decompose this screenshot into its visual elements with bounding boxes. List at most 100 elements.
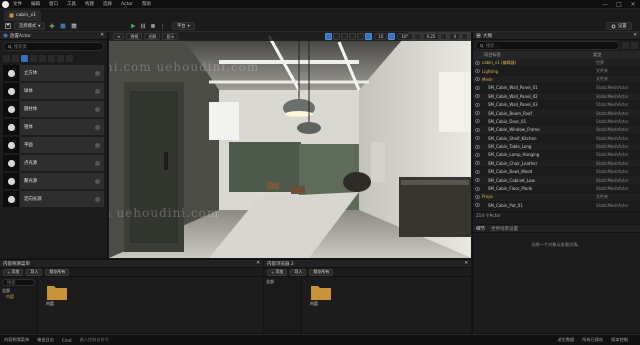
pause-button[interactable] <box>138 22 147 31</box>
more-play-options-button[interactable]: ⋮ <box>158 22 167 31</box>
settings-icon[interactable] <box>631 42 638 49</box>
close-tab-icon[interactable]: ✕ <box>256 261 260 266</box>
outliner-row[interactable]: Mesh 文件夹 <box>473 75 640 85</box>
actor-item[interactable]: 球体 <box>3 83 104 99</box>
visibility-eye-icon[interactable] <box>475 186 480 191</box>
outliner-row[interactable]: SM_Cabin_Chair_Leather StaticMeshActor <box>473 159 640 169</box>
visibility-eye-icon[interactable] <box>475 144 480 149</box>
category-visual-icon[interactable] <box>48 54 55 62</box>
add-button-2[interactable]: + 添加 <box>267 268 288 276</box>
settings-button[interactable]: 设置 <box>606 22 632 30</box>
outliner-row[interactable]: SM_Cabin_Floor_Plank StaticMeshActor <box>473 185 640 194</box>
status-output-log[interactable]: 输出日志 <box>37 337 54 343</box>
help-icon[interactable] <box>95 178 100 184</box>
visibility-eye-icon[interactable] <box>475 69 480 73</box>
viewport-options-button[interactable]: ≡ <box>113 33 125 40</box>
outliner-row[interactable]: SM_Cabin_Table_Long StaticMeshActor <box>473 142 640 152</box>
save-all-button-2[interactable]: 保存所有 <box>309 268 334 276</box>
visibility-eye-icon[interactable] <box>475 119 480 124</box>
actor-item[interactable]: 锥体 <box>3 119 104 135</box>
rotation-snap-value[interactable]: 10° <box>397 33 413 40</box>
rotate-icon[interactable] <box>341 33 349 40</box>
save-button[interactable] <box>3 22 12 31</box>
outliner-row[interactable]: SM_Cabin_Wall_Panel_02 StaticMeshActor <box>473 92 640 101</box>
add-button[interactable]: + 添加 <box>3 268 24 276</box>
save-all-button[interactable]: 保存所有 <box>45 268 70 276</box>
category-lights-icon[interactable] <box>21 54 28 62</box>
folder-tile-2[interactable]: 内容 <box>310 283 334 307</box>
console-input[interactable]: 输入控制台命令 <box>80 337 109 343</box>
help-icon[interactable] <box>95 88 100 94</box>
menu-actor[interactable]: Actor <box>121 2 133 7</box>
actor-item[interactable]: 立方体 <box>3 65 104 81</box>
minimize-button[interactable]: — <box>598 1 612 8</box>
actor-item[interactable]: 平面 <box>3 137 104 153</box>
import-button-2[interactable]: 导入 <box>290 268 307 276</box>
status-content-drawer[interactable]: 内容侧滑菜单 <box>4 337 29 343</box>
rotation-snap-icon[interactable] <box>388 33 396 40</box>
category-basic-icon[interactable] <box>12 54 19 62</box>
grid-snap-value[interactable]: 10 <box>374 33 388 40</box>
outliner-row[interactable]: SM_Cabin_Pot_01 StaticMeshActor <box>473 202 640 211</box>
maximize-viewport-icon[interactable] <box>461 33 468 40</box>
menu-edit[interactable]: 编辑 <box>31 1 40 7</box>
play-button[interactable] <box>128 22 137 31</box>
outliner-row[interactable]: Lighting 文件夹 <box>473 67 640 76</box>
outliner-row[interactable]: SM_Cabin_Lamp_Hanging StaticMeshActor <box>473 151 640 160</box>
menu-tools[interactable]: 工具 <box>67 1 76 7</box>
outliner-row[interactable]: SM_Cabin_Beam_Roof StaticMeshActor <box>473 109 640 118</box>
visibility-eye-icon[interactable] <box>475 178 480 182</box>
tree-content-folder[interactable]: 内容 <box>2 294 35 300</box>
actor-item[interactable]: 点光源 <box>3 155 104 171</box>
visibility-eye-icon[interactable] <box>475 86 480 90</box>
menu-build[interactable]: 构建 <box>85 1 94 7</box>
visibility-eye-icon[interactable] <box>475 161 480 166</box>
stop-button[interactable] <box>148 22 157 31</box>
help-icon[interactable] <box>95 70 100 76</box>
unreal-logo-icon[interactable] <box>2 0 9 8</box>
visibility-eye-icon[interactable] <box>475 136 480 140</box>
scale-icon[interactable] <box>349 33 357 40</box>
scale-snap-icon[interactable] <box>413 33 421 40</box>
column-type-header[interactable]: 类型 <box>593 52 637 58</box>
world-space-icon[interactable] <box>357 33 365 40</box>
outliner-row[interactable]: SM_Cabin_Cabinet_Low StaticMeshActor <box>473 176 640 185</box>
close-tab-icon[interactable]: ✕ <box>464 261 468 266</box>
category-cinematic-icon[interactable] <box>39 54 46 62</box>
outliner-row[interactable]: SM_Cabin_Shelf_Kitchen StaticMeshActor <box>473 135 640 143</box>
outliner-search[interactable]: 搜索... <box>475 41 620 50</box>
select-mode-icon[interactable] <box>325 33 333 40</box>
category-shapes-icon[interactable] <box>30 54 37 62</box>
tree-root-folder-2[interactable]: 全部 <box>266 279 299 285</box>
visibility-eye-icon[interactable] <box>475 111 480 115</box>
outliner-row[interactable]: SM_Cabin_Window_Frame StaticMeshActor <box>473 126 640 135</box>
menu-file[interactable]: 文件 <box>13 1 22 7</box>
create-button[interactable] <box>47 22 56 31</box>
visibility-eye-icon[interactable] <box>475 170 480 174</box>
column-label-header[interactable]: 项目标签 <box>476 52 593 58</box>
status-derived-data[interactable]: 派生数据 <box>558 337 575 343</box>
category-volumes-icon[interactable] <box>57 54 64 62</box>
outliner-row[interactable]: SM_Cabin_Wall_Panel_01 StaticMeshActor <box>473 84 640 93</box>
translate-icon[interactable] <box>333 33 341 40</box>
cinematics-button[interactable] <box>69 22 78 31</box>
status-cmd[interactable]: Cmd <box>62 338 72 343</box>
outliner-row[interactable]: SM_Cabin_Door_01 StaticMeshActor <box>473 118 640 127</box>
level-tab[interactable]: cabin_v1 <box>4 10 41 21</box>
actor-item[interactable]: 聚光源 <box>3 173 104 189</box>
help-icon[interactable] <box>95 124 100 130</box>
outliner-row[interactable]: Props 文件夹 <box>473 193 640 202</box>
level-viewport[interactable]: ≡ 透视 光照 显示 10 10° 0.25 4 uehoudini.com u… <box>109 32 471 258</box>
help-icon[interactable] <box>95 196 100 202</box>
tab-world-settings[interactable]: 世界场景设置 <box>491 226 518 232</box>
mode-select-button[interactable]: 选择模式 ▾ <box>14 22 46 30</box>
place-actors-search[interactable]: 搜索类 <box>3 42 104 51</box>
visibility-eye-icon[interactable] <box>475 153 480 157</box>
menu-select[interactable]: 选择 <box>103 1 112 7</box>
import-button[interactable]: 导入 <box>26 268 43 276</box>
visibility-eye-icon[interactable] <box>475 94 480 98</box>
menu-window[interactable]: 窗口 <box>49 1 58 7</box>
folder-tile[interactable]: 内容 <box>46 283 70 307</box>
outliner-row[interactable]: cabin_v1 (编辑器) 世界 <box>473 59 640 68</box>
status-source-control[interactable]: 版本控制 <box>611 337 628 343</box>
